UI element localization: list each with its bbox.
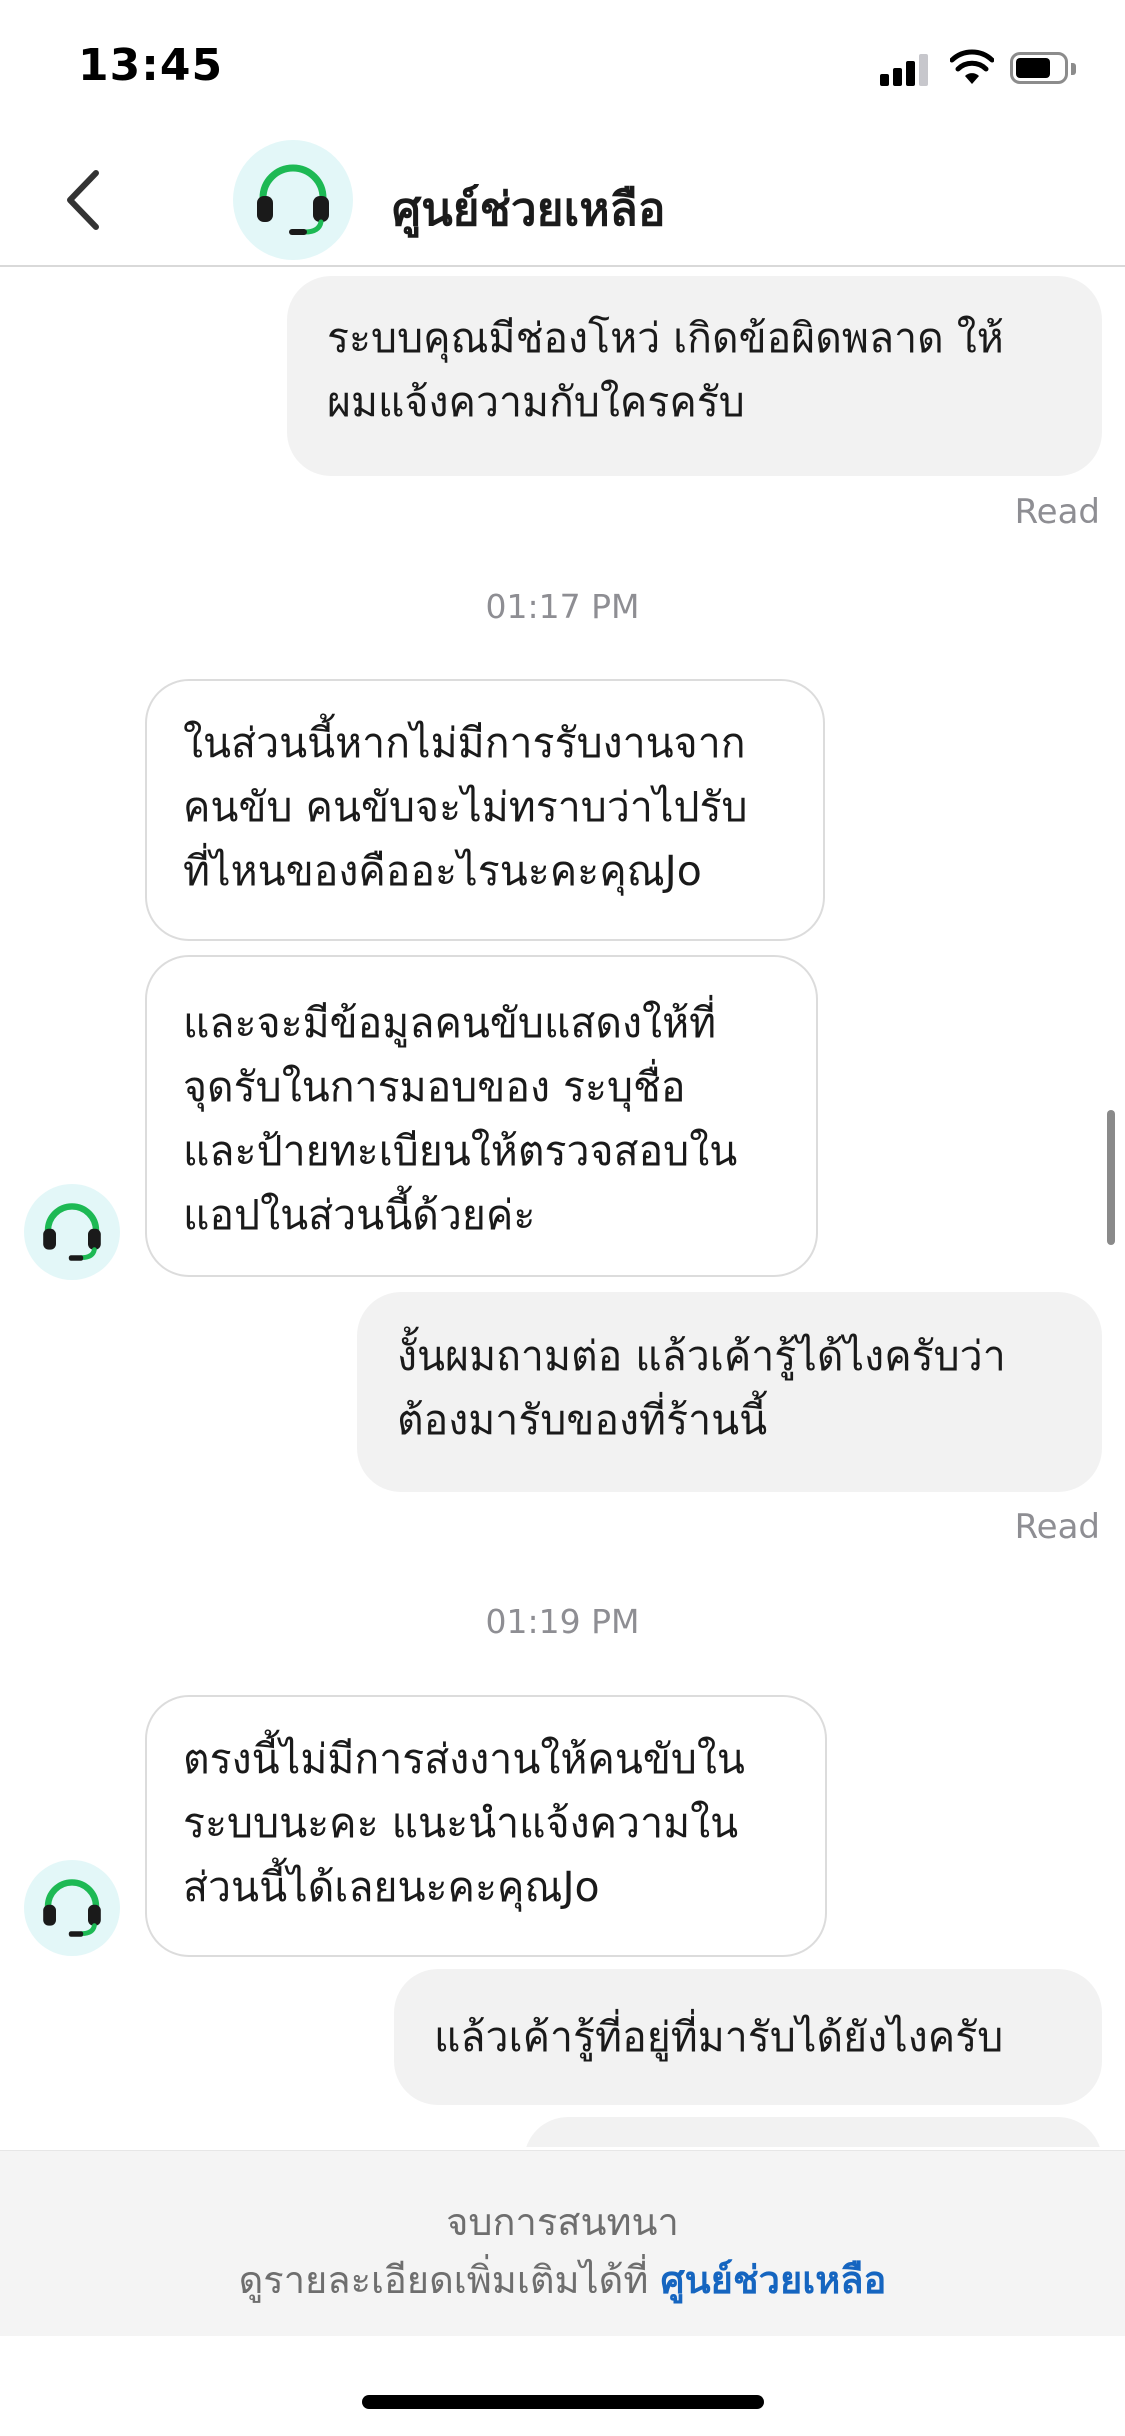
message-incoming: ตรงนี้ไม่มีการส่งงานให้คนขับใน ระบบนะคะ … <box>145 1695 827 1957</box>
message-outgoing: ระบบคุณมีช่องโหว่ เกิดข้อผิดพลาด ให้ ผมแ… <box>287 276 1102 476</box>
headset-icon <box>43 1203 101 1261</box>
read-receipt: Read <box>1014 492 1100 532</box>
home-indicator[interactable] <box>362 2395 764 2409</box>
message-outgoing: งั้นผมถามต่อ แล้วเค้ารู้ได้ไงครับว่า ต้อ… <box>357 1292 1102 1492</box>
message-timestamp: 01:17 PM <box>485 587 640 626</box>
cellular-signal-icon <box>880 52 932 86</box>
message-outgoing-partial <box>524 2117 1102 2147</box>
scrollbar[interactable] <box>1107 1110 1115 1245</box>
status-bar: 13:45 <box>0 0 1125 135</box>
message-incoming: และจะมีข้อมูลคนขับแสดงให้ที่ จุดรับในการ… <box>145 955 818 1277</box>
support-avatar-small <box>24 1184 120 1280</box>
back-chevron-icon[interactable] <box>56 165 116 235</box>
message-outgoing: แล้วเค้ารู้ที่อยู่ที่มารับได้ยังไงครับ <box>394 1969 1102 2105</box>
message-timestamp: 01:19 PM <box>485 1602 640 1641</box>
message-list[interactable]: ระบบคุณมีช่องโหว่ เกิดข้อผิดพลาด ให้ ผมแ… <box>0 267 1125 2147</box>
message-incoming: ในส่วนนี้หากไม่มีการรับงานจาก คนขับ คนขั… <box>145 679 825 941</box>
chat-ended-footer: จบการสนทนา ดูรายละเอียดเพิ่มเติมได้ที่ ศ… <box>0 2150 1125 2336</box>
help-center-link[interactable]: ศูนย์ช่วยเหลือ <box>660 2258 886 2302</box>
status-time: 13:45 <box>78 40 224 91</box>
headset-icon <box>257 164 329 235</box>
conversation-ended-label: จบการสนทนา <box>446 2200 679 2244</box>
read-receipt: Read <box>1014 1507 1100 1547</box>
support-avatar-small <box>24 1860 120 1956</box>
chat-header: ศูนย์ช่วยเหลือ <box>0 135 1125 267</box>
more-info-prefix: ดูรายละเอียดเพิ่มเติมได้ที่ <box>238 2258 661 2302</box>
chat-title: ศูนย์ช่วยเหลือ <box>392 182 666 236</box>
battery-icon <box>1010 52 1080 86</box>
support-avatar <box>233 140 353 260</box>
more-info-text: ดูรายละเอียดเพิ่มเติมได้ที่ ศูนย์ช่วยเหล… <box>0 2249 1125 2310</box>
wifi-icon <box>950 49 994 84</box>
headset-icon <box>43 1879 101 1937</box>
